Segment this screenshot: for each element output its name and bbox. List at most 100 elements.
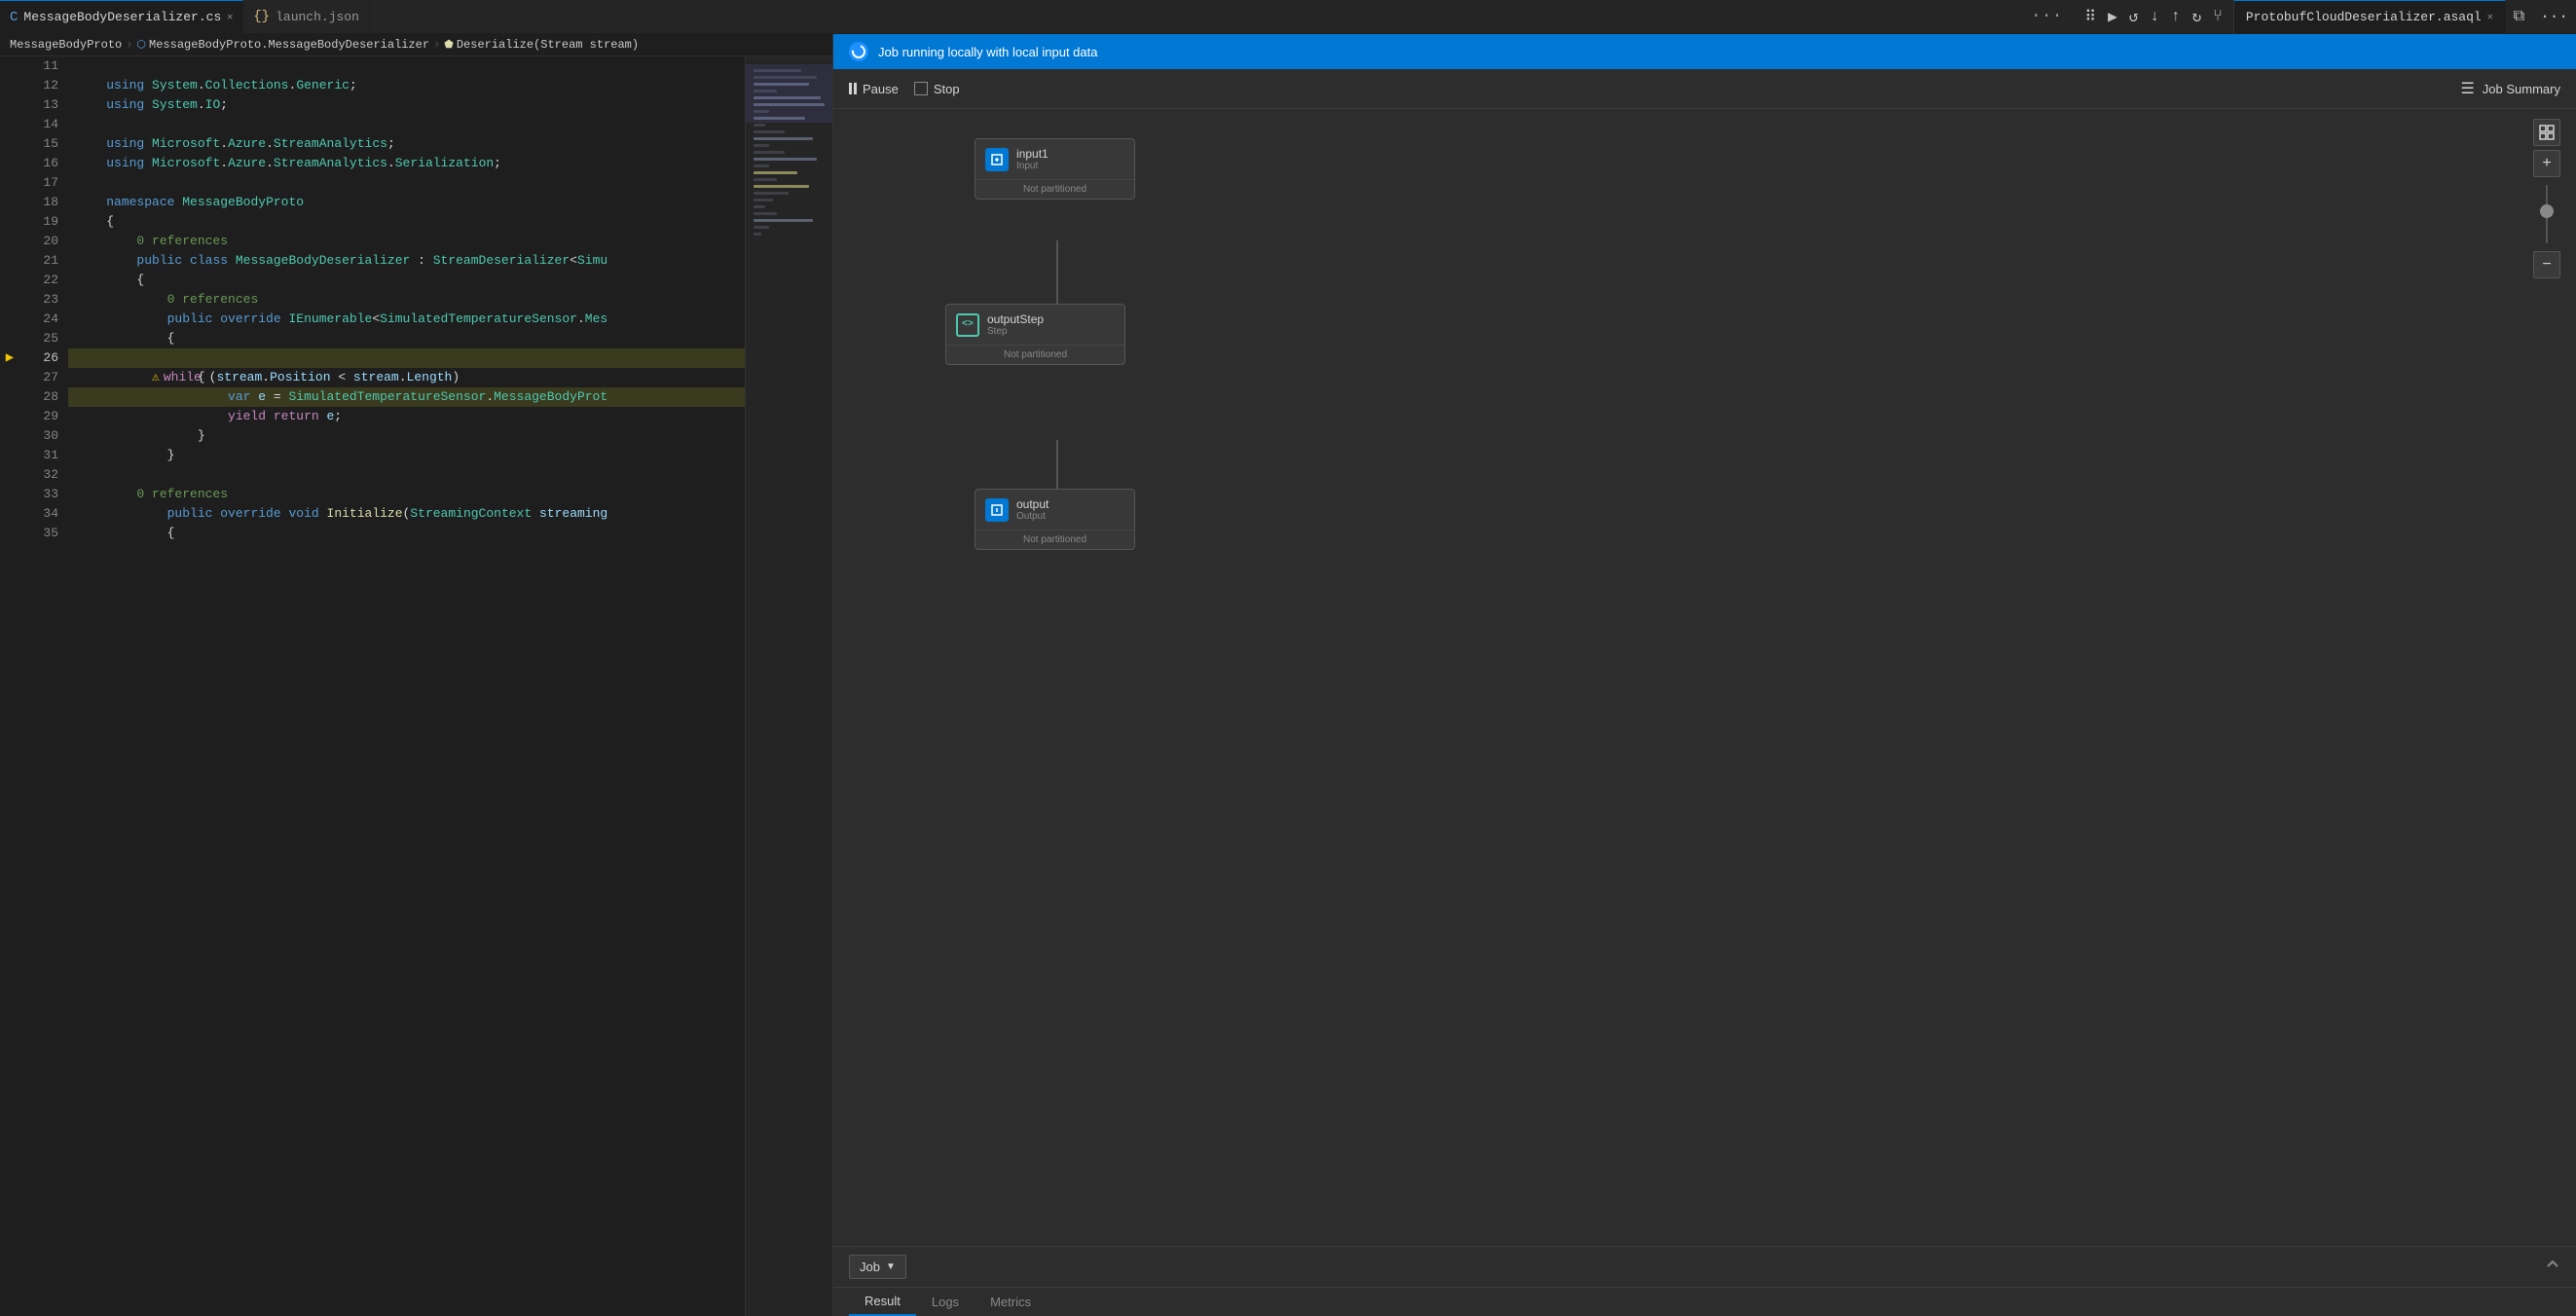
pause-button[interactable]: Pause — [849, 82, 899, 96]
ln-31: 31 — [19, 446, 58, 465]
split-editor-icon[interactable]: ⧉ — [2506, 8, 2532, 25]
tab-metrics[interactable]: Metrics — [975, 1289, 1047, 1315]
tab-label-deserializer: MessageBodyDeserializer.cs — [23, 10, 221, 24]
asa-toolbar: ⠿ ▶ ↺ ↓ ↑ ↻ ⑂ — [2074, 4, 2232, 29]
node-input1-labels: input1 Input — [1016, 147, 1049, 171]
ln-14: 14 — [19, 115, 58, 134]
gutter-line-17 — [0, 173, 19, 193]
asa-controls: Pause Stop ☰ Job Summary — [833, 69, 2576, 109]
node-outputstep-labels: outputStep Step — [987, 312, 1044, 337]
job-dropdown[interactable]: Job ▼ — [849, 1255, 906, 1279]
code-line-18: namespace MessageBodyProto — [68, 193, 745, 212]
gutter-line-34 — [0, 504, 19, 524]
fit-zoom-button[interactable] — [2533, 119, 2560, 146]
tab-launch-json[interactable]: {} launch.json — [243, 0, 370, 34]
step-over-icon[interactable]: ↺ — [2126, 4, 2142, 29]
node-output-labels: output Output — [1016, 497, 1049, 522]
tab-result[interactable]: Result — [849, 1288, 916, 1316]
code-line-22: { — [68, 271, 745, 290]
code-content[interactable]: using System.Collections.Generic; using … — [68, 56, 745, 1316]
node-input1[interactable]: input1 Input Not partitioned — [975, 138, 1135, 200]
gutter-line-20 — [0, 232, 19, 251]
restart-icon[interactable]: ↻ — [2190, 4, 2205, 29]
tab-message-body-deserializer[interactable]: C MessageBodyDeserializer.cs ✕ — [0, 0, 243, 34]
breadcrumb-part-3: Deserialize(Stream stream) — [457, 38, 639, 52]
zoom-controls: + − — [2533, 119, 2560, 278]
code-line-34: public override void Initialize(Streamin… — [68, 504, 745, 524]
gutter-line-23 — [0, 290, 19, 310]
node-output-subtitle: Output — [1016, 511, 1049, 522]
more-actions-icon[interactable]: ··· — [2532, 8, 2576, 25]
diagram-area: input1 Input Not partitioned <> outputSt… — [833, 109, 2576, 1246]
gutter-line-16 — [0, 154, 19, 173]
zoom-in-button[interactable]: + — [2533, 150, 2560, 177]
code-line-26: ⚠while (stream.Position < stream.Length) — [68, 348, 745, 368]
close-icon-asa[interactable]: ✕ — [2487, 12, 2493, 23]
node-output-header: output Output — [975, 490, 1134, 530]
node-outputstep-header: <> outputStep Step — [946, 305, 1124, 345]
gutter-line-26-debug[interactable]: ▶ — [0, 348, 19, 368]
asa-running-bar: Job running locally with local input dat… — [833, 34, 2576, 69]
ln-18: 18 — [19, 193, 58, 212]
ln-34: 34 — [19, 504, 58, 524]
gutter-line-19 — [0, 212, 19, 232]
code-line-28: var e = SimulatedTemperatureSensor.Messa… — [68, 387, 745, 407]
output-icon — [985, 498, 1009, 522]
code-line-14 — [68, 115, 745, 134]
code-line-30: } — [68, 426, 745, 446]
gutter-line-28 — [0, 387, 19, 407]
ln-26: 26 — [19, 348, 58, 368]
ln-22: 22 — [19, 271, 58, 290]
code-line-31: } — [68, 446, 745, 465]
debug-arrow-icon: ▶ — [6, 348, 14, 368]
pause-bar-2 — [854, 83, 857, 94]
collapse-button[interactable] — [2545, 1257, 2560, 1277]
ln-32: 32 — [19, 465, 58, 485]
ln-12: 12 — [19, 76, 58, 95]
ln-17: 17 — [19, 173, 58, 193]
tab-logs[interactable]: Logs — [916, 1289, 975, 1315]
input-icon — [985, 148, 1009, 171]
gutter-line-14 — [0, 115, 19, 134]
stop-button[interactable]: Stop — [914, 82, 960, 96]
node-outputstep-title: outputStep — [987, 312, 1044, 326]
ln-35: 35 — [19, 524, 58, 543]
fit-icon — [2539, 125, 2555, 140]
metrics-tab-label: Metrics — [990, 1295, 1031, 1309]
gutter-line-33 — [0, 485, 19, 504]
node-input1-title: input1 — [1016, 147, 1049, 161]
job-summary-button[interactable]: ☰ Job Summary — [2460, 79, 2560, 98]
class-icon: ⬡ — [136, 38, 146, 52]
step-into-icon[interactable]: ↓ — [2147, 5, 2162, 28]
tab-more-button[interactable]: ··· — [2019, 7, 2074, 26]
run-icon[interactable]: ▶ — [2105, 4, 2120, 29]
grid-icon[interactable]: ⠿ — [2081, 4, 2099, 29]
minimap-viewport — [746, 64, 832, 123]
code-line-23: 0 references — [68, 290, 745, 310]
main-area: MessageBodyProto › ⬡ MessageBodyProto.Me… — [0, 34, 2576, 1316]
tab-label-launch: launch.json — [276, 10, 359, 24]
result-tab-label: Result — [865, 1294, 901, 1308]
asa-panel: Job running locally with local input dat… — [832, 34, 2576, 1316]
step-out-icon[interactable]: ↑ — [2168, 5, 2184, 28]
dropdown-arrow-icon: ▼ — [886, 1261, 896, 1272]
minimap — [745, 56, 832, 1316]
gutter-line-24 — [0, 310, 19, 329]
branch-icon[interactable]: ⑂ — [2210, 5, 2226, 28]
gutter-line-25 — [0, 329, 19, 348]
zoom-out-button[interactable]: − — [2533, 251, 2560, 278]
code-line-13: using System.IO; — [68, 95, 745, 115]
spinning-icon — [852, 45, 865, 58]
breadcrumb-sep-1: › — [126, 38, 132, 52]
gutter-line-18 — [0, 193, 19, 212]
tab-asa[interactable]: ProtobufCloudDeserializer.asaql ✕ — [2233, 0, 2506, 34]
stop-checkbox-icon — [914, 82, 928, 95]
code-area[interactable]: ▶ 11 12 13 14 15 16 17 1 — [0, 56, 832, 1316]
logs-tab-label: Logs — [932, 1295, 959, 1309]
breadcrumb-part-2: MessageBodyProto.MessageBodyDeserializer — [149, 38, 429, 52]
code-line-19: { — [68, 212, 745, 232]
node-output[interactable]: output Output Not partitioned — [975, 489, 1135, 550]
zoom-slider[interactable] — [2533, 185, 2560, 243]
node-outputstep[interactable]: <> outputStep Step Not partitioned — [945, 304, 1125, 365]
close-icon-deserializer[interactable]: ✕ — [227, 12, 233, 23]
